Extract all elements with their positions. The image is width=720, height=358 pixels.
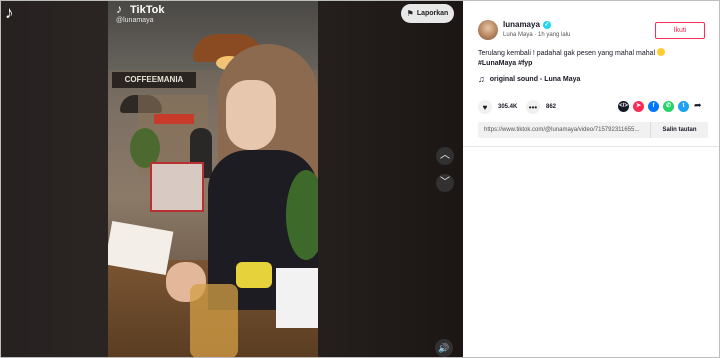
send-to-friends-icon[interactable]: ➤ (633, 101, 644, 112)
post-time: 1h yang lalu (538, 32, 571, 38)
woman-face (226, 80, 276, 150)
comment-icon[interactable]: ••• (526, 100, 540, 114)
cafe-sign: COFFEEMANIA (112, 72, 196, 88)
author-username-row[interactable]: lunamaya ✓ (503, 20, 551, 29)
author-username[interactable]: lunamaya (503, 20, 540, 29)
comment-stat[interactable]: ••• 862 (526, 100, 556, 114)
music-title[interactable]: original sound - Luna Maya (490, 76, 581, 83)
caption-text: Terulang kembali ! padahal gak pesen yan… (478, 50, 656, 57)
whatsapp-icon[interactable]: ✆ (663, 101, 674, 112)
video-player[interactable]: COFFEEMANIA (108, 0, 318, 358)
hashtags[interactable]: #LunaMaya #fyp (478, 60, 532, 67)
divider (463, 146, 720, 147)
share-more-icon[interactable]: ➦ (694, 100, 702, 111)
previous-video-button[interactable]: ︿ (436, 147, 454, 165)
author-display-name: Luna Maya (503, 32, 533, 38)
tiktok-note-icon: ♪ (116, 2, 122, 16)
watermark-brand: TikTok (130, 3, 165, 16)
copy-link-button[interactable]: Salin tautan (650, 122, 708, 138)
facebook-icon[interactable]: f (648, 101, 659, 112)
author-subline: Luna Maya · 1h yang lalu (503, 32, 570, 38)
watermark-handle: @lunamaya (116, 17, 154, 24)
shop-sign (154, 114, 194, 124)
like-count: 305.4K (498, 104, 518, 110)
video-url[interactable]: https://www.tiktok.com/@lunamaya/video/7… (478, 122, 650, 138)
next-video-button[interactable]: ﹀ (436, 174, 454, 192)
tiktok-logo-icon[interactable]: ♪ (5, 4, 23, 22)
video-watermark: ♪ TikTok (116, 3, 164, 16)
music-row[interactable]: ♫ original sound - Luna Maya (478, 74, 580, 84)
report-label: Laporkan (416, 10, 449, 17)
music-note-icon: ♫ (478, 74, 485, 84)
follow-button[interactable]: Ikuti (655, 22, 705, 39)
shopping-bag (150, 162, 204, 212)
volume-icon: 🔊 (438, 343, 450, 353)
chevron-up-icon: ︿ (440, 150, 450, 161)
twitter-icon[interactable]: t (678, 101, 689, 112)
yellow-sleeve (236, 262, 272, 288)
report-button[interactable]: ⚑ Laporkan (401, 4, 454, 23)
smile-emoji-icon (657, 48, 666, 56)
details-panel: lunamaya ✓ Luna Maya · 1h yang lalu Ikut… (463, 0, 720, 358)
embed-icon[interactable]: </> (618, 101, 629, 112)
volume-button[interactable]: 🔊 (435, 339, 453, 357)
caption: Terulang kembali ! padahal gak pesen yan… (478, 48, 708, 59)
heart-icon[interactable]: ♥ (478, 100, 492, 114)
video-viewer: COFFEEMANIA ♪ ♪ TikTok @lunamaya ⚑ Lapor… (0, 0, 463, 358)
verified-icon: ✓ (542, 20, 551, 29)
background-left (0, 0, 108, 358)
avatar[interactable] (478, 20, 498, 40)
plant-foreground (286, 170, 318, 260)
chevron-down-icon: ﹀ (440, 177, 450, 188)
comment-count: 862 (546, 104, 557, 110)
like-stat[interactable]: ♥ 305.4K (478, 100, 517, 114)
drink-glass (190, 284, 238, 358)
link-box: https://www.tiktok.com/@lunamaya/video/7… (478, 122, 708, 138)
flag-icon: ⚑ (406, 9, 414, 18)
paper-cup (276, 268, 318, 328)
